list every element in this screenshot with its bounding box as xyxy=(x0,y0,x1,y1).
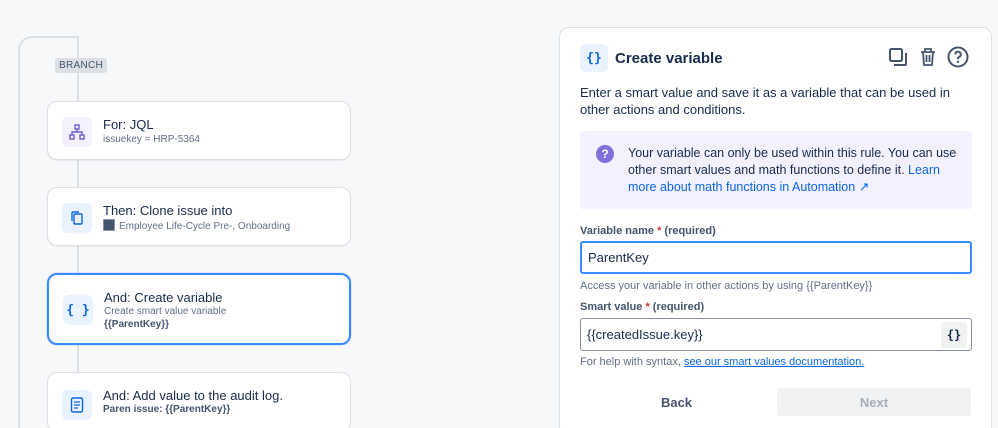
variable-name-value: ParentKey xyxy=(588,250,649,265)
required-asterisk: * xyxy=(657,225,662,237)
copy-icon xyxy=(62,203,92,233)
rule-canvas: BRANCH For: JQL issuekey = HRP-5364 Then… xyxy=(0,0,540,428)
project-name: Employee Life-Cycle Pre-, Onboarding xyxy=(119,221,291,232)
variable-name-help: Access your variable in other actions by… xyxy=(580,280,873,292)
panel-title: Create variable xyxy=(615,50,723,67)
required-text: (required) xyxy=(652,301,705,313)
card-subtitle: Create smart value variable xyxy=(104,306,227,317)
smart-value-value: {{createdIssue.key}} xyxy=(587,327,703,342)
flow-card-clone-issue[interactable]: Then: Clone issue into Employee Life-Cyc… xyxy=(47,187,351,246)
smart-value-input[interactable]: {{createdIssue.key}} {} xyxy=(580,318,972,351)
flow-card-for-jql[interactable]: For: JQL issuekey = HRP-5364 xyxy=(47,101,351,160)
card-subtitle: issuekey = HRP-5364 xyxy=(103,134,200,145)
flow-card-create-variable[interactable]: { } And: Create variable Create smart va… xyxy=(47,273,351,345)
flow-card-audit-log[interactable]: And: Add value to the audit log. Paren i… xyxy=(47,372,351,428)
card-title: Then: Clone issue into xyxy=(103,203,233,218)
braces-icon: {} xyxy=(580,44,608,72)
trash-icon[interactable] xyxy=(917,46,939,68)
card-subtitle: Employee Life-Cycle Pre-, Onboarding xyxy=(103,219,290,232)
smart-value-label: Smart value * (required) xyxy=(580,301,704,313)
required-asterisk: * xyxy=(645,301,650,313)
next-button[interactable]: Next xyxy=(777,388,971,416)
duplicate-icon[interactable] xyxy=(887,46,909,68)
card-title: And: Add value to the audit log. xyxy=(103,388,283,403)
variable-name-label-text: Variable name xyxy=(580,225,654,237)
help-prefix: For help with syntax, xyxy=(580,356,684,368)
required-text: (required) xyxy=(664,225,716,237)
card-title: And: Create variable xyxy=(104,290,223,305)
help-icon[interactable] xyxy=(947,46,969,68)
info-body: Your variable can only be used within th… xyxy=(628,146,957,177)
info-text: Your variable can only be used within th… xyxy=(628,145,963,196)
info-message: ? Your variable can only be used within … xyxy=(580,131,972,209)
card-detail: {{ParentKey}} xyxy=(104,319,170,330)
card-subtitle: Paren issue: {{ParentKey}} xyxy=(103,404,231,415)
panel-description: Enter a smart value and save it as a var… xyxy=(580,85,950,117)
braces-icon: { } xyxy=(63,295,93,325)
question-icon: ? xyxy=(596,145,614,163)
smart-values-docs-link[interactable]: see our smart values documentation. xyxy=(684,356,864,368)
variable-name-input[interactable]: ParentKey xyxy=(580,241,972,274)
smart-value-help: For help with syntax, see our smart valu… xyxy=(580,356,864,368)
project-avatar xyxy=(103,219,115,231)
hierarchy-icon xyxy=(62,117,92,147)
smart-value-picker-button[interactable]: {} xyxy=(941,322,967,348)
card-title: For: JQL xyxy=(103,117,154,132)
panel-actions xyxy=(887,46,969,68)
smart-value-label-text: Smart value xyxy=(580,301,643,313)
variable-name-label: Variable name * (required) xyxy=(580,225,716,237)
document-icon xyxy=(62,390,92,420)
create-variable-panel: {} Create variable Enter a smart value a… xyxy=(559,27,992,428)
branch-label: BRANCH xyxy=(55,58,108,73)
outer-connector xyxy=(18,60,20,428)
back-button[interactable]: Back xyxy=(580,388,773,416)
